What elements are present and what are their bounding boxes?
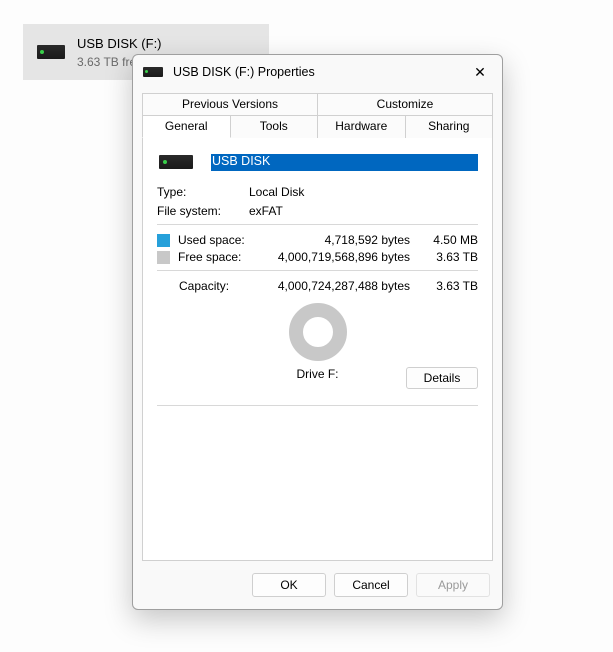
details-button[interactable]: Details (406, 367, 478, 389)
cancel-button[interactable]: Cancel (334, 573, 408, 597)
tab-tools[interactable]: Tools (231, 115, 319, 138)
drive-item-title: USB DISK (F:) (77, 36, 162, 51)
panel-drive-icon (157, 155, 211, 169)
volume-name-input[interactable]: USB DISK (211, 152, 478, 171)
usage-pie-chart (289, 303, 347, 361)
tab-sharing[interactable]: Sharing (406, 115, 494, 138)
close-button[interactable]: ✕ (466, 59, 494, 85)
drive-icon (31, 32, 71, 72)
divider (157, 405, 478, 406)
used-space-swatch (157, 234, 170, 247)
used-space-bytes: 4,718,592 bytes (268, 233, 428, 247)
ok-button[interactable]: OK (252, 573, 326, 597)
titlebar[interactable]: USB DISK (F:) Properties ✕ (133, 55, 502, 89)
divider (157, 270, 478, 271)
tab-strip: Previous Versions Customize General Tool… (142, 93, 493, 138)
type-value: Local Disk (249, 185, 304, 199)
properties-dialog: USB DISK (F:) Properties ✕ Previous Vers… (132, 54, 503, 610)
divider (157, 224, 478, 225)
tab-panel-general: USB DISK Type: Local Disk File system: e… (142, 138, 493, 561)
free-space-human: 3.63 TB (428, 250, 478, 264)
free-space-label: Free space: (178, 250, 268, 264)
free-space-bytes: 4,000,719,568,896 bytes (268, 250, 428, 264)
used-space-label: Used space: (178, 233, 268, 247)
window-title: USB DISK (F:) Properties (173, 65, 466, 79)
capacity-label: Capacity: (157, 279, 257, 293)
apply-button[interactable]: Apply (416, 573, 490, 597)
drive-letter-label: Drive F: (297, 367, 339, 381)
tab-hardware[interactable]: Hardware (318, 115, 406, 138)
close-icon: ✕ (474, 64, 486, 81)
volume-name-text: USB DISK (211, 154, 478, 171)
filesystem-label: File system: (157, 204, 249, 218)
titlebar-drive-icon (143, 67, 163, 77)
tab-general[interactable]: General (142, 115, 231, 138)
free-space-swatch (157, 251, 170, 264)
tab-customize[interactable]: Customize (318, 93, 493, 115)
dialog-button-bar: OK Cancel Apply (133, 567, 502, 609)
used-space-human: 4.50 MB (428, 233, 478, 247)
capacity-bytes: 4,000,724,287,488 bytes (257, 279, 428, 293)
tab-previous-versions[interactable]: Previous Versions (142, 93, 318, 115)
type-label: Type: (157, 185, 249, 199)
capacity-human: 3.63 TB (428, 279, 478, 293)
filesystem-value: exFAT (249, 204, 283, 218)
